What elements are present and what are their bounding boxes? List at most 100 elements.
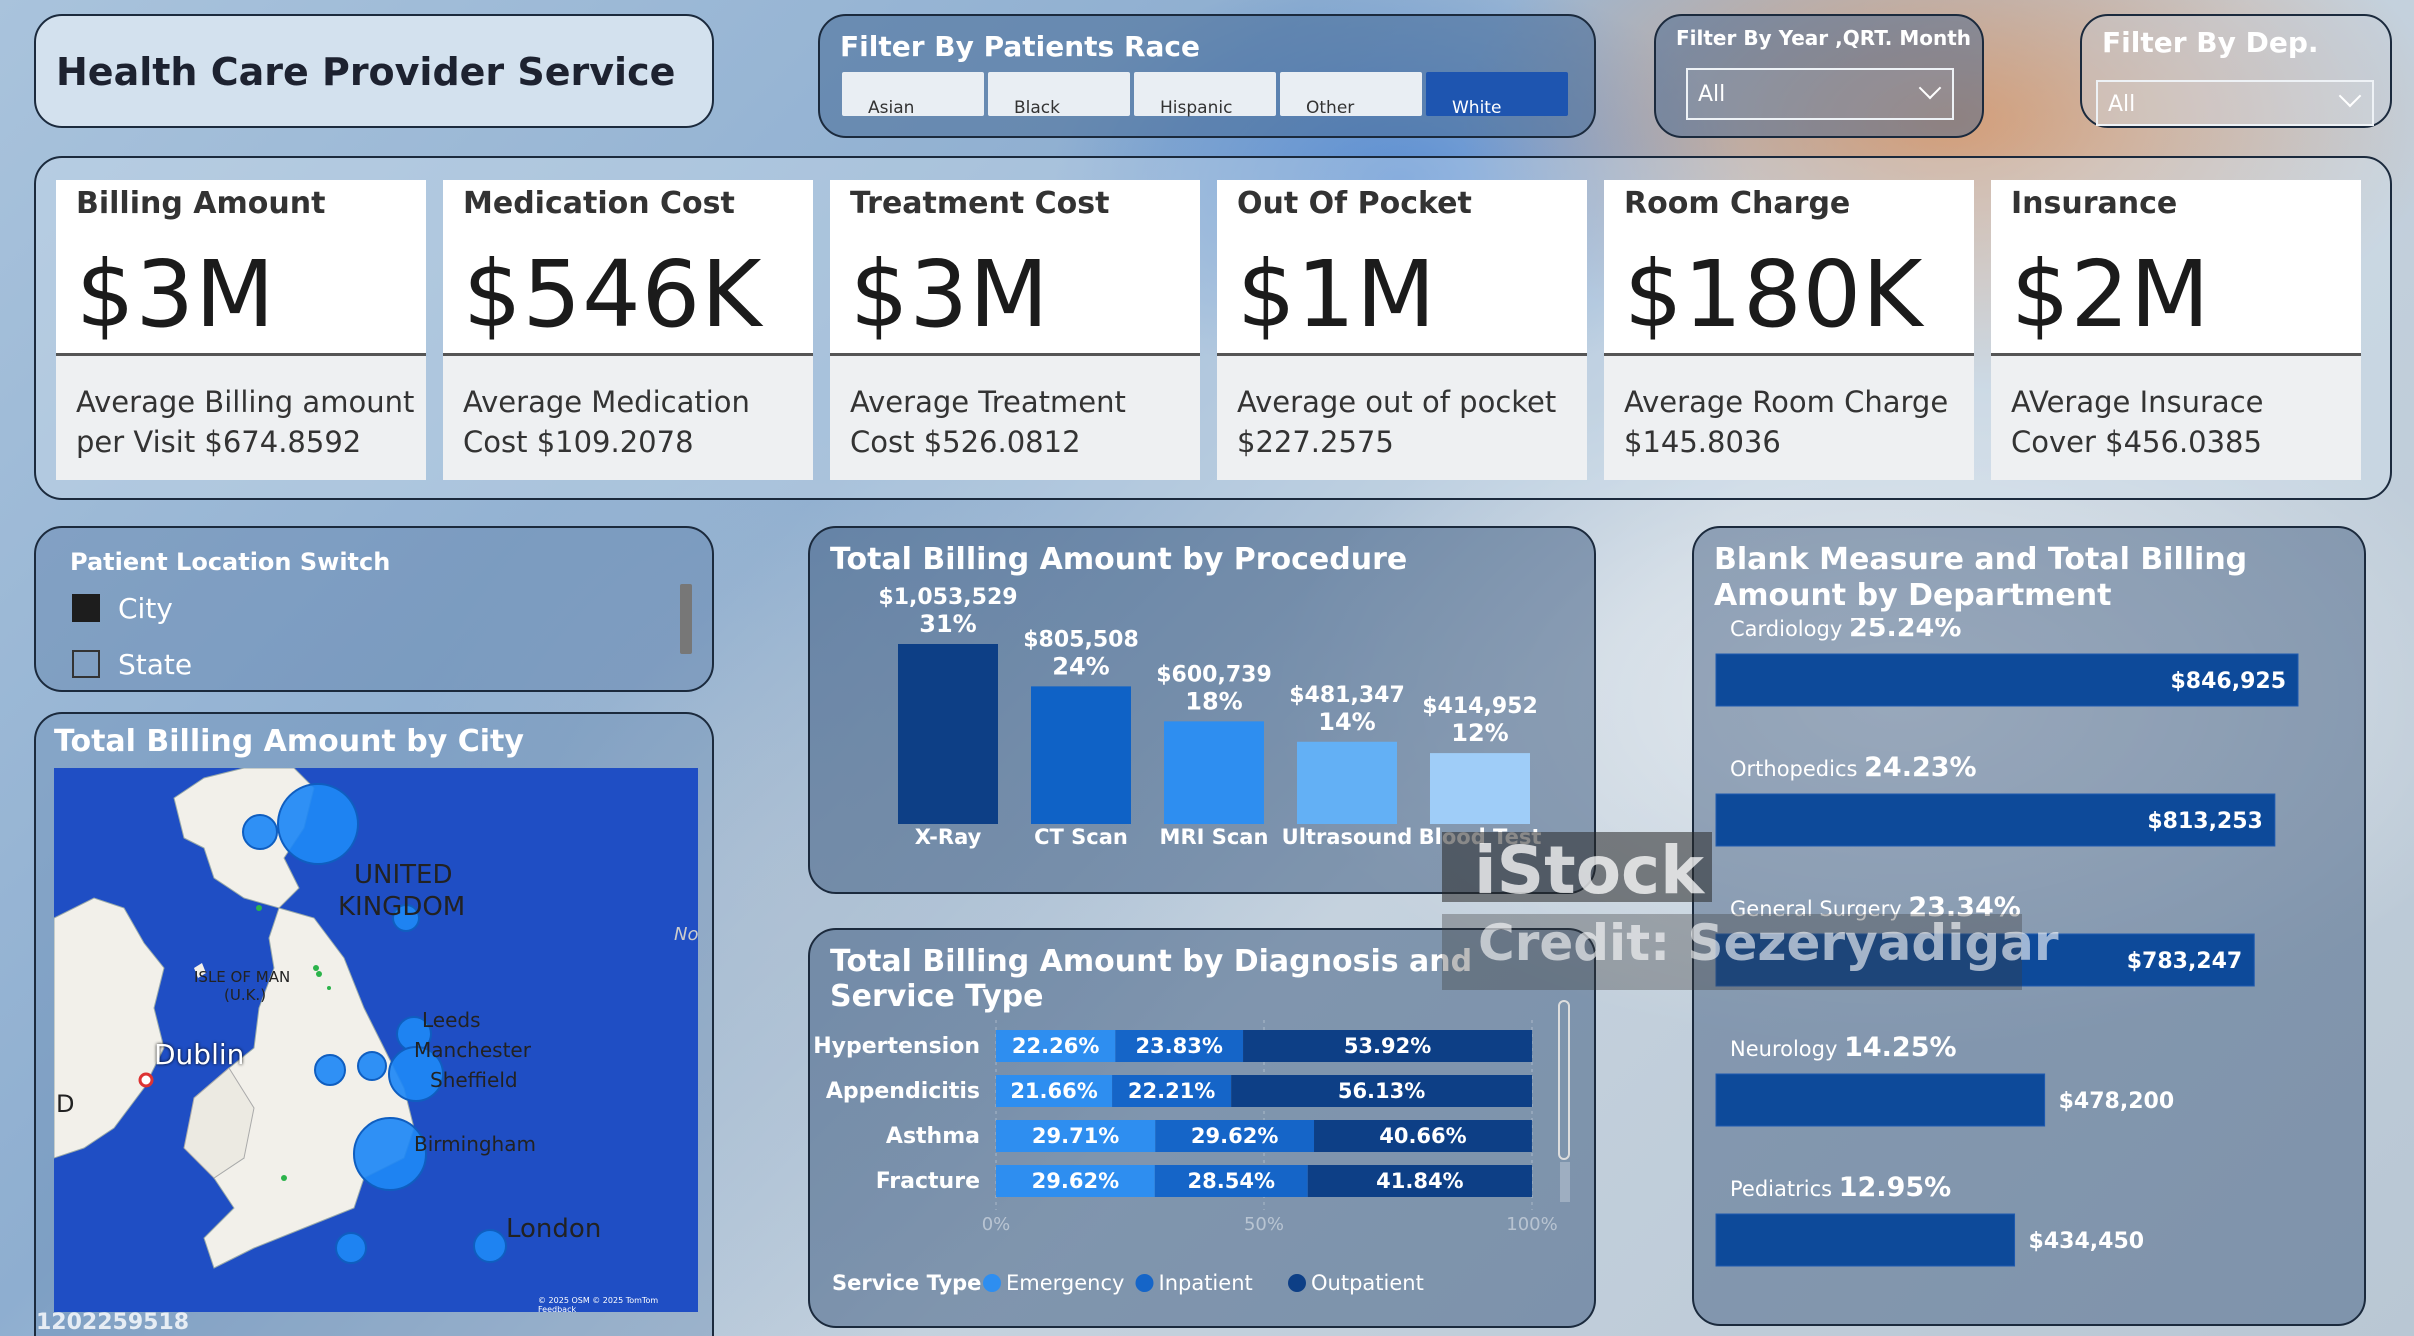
map-label-no: No xyxy=(674,924,698,945)
watermark-id: 1202259518 xyxy=(36,1310,190,1335)
kpi-average: Average out of pocket $227.2575 xyxy=(1217,356,1587,480)
diagnosis-segment-label: 40.66% xyxy=(1379,1124,1466,1148)
procedure-bar[interactable] xyxy=(898,644,998,824)
map-label-united: UNITED xyxy=(354,860,453,890)
procedure-value-label: $600,739 xyxy=(1156,662,1272,687)
diagnosis-segment-label: 22.26% xyxy=(1012,1034,1099,1058)
department-bar[interactable] xyxy=(1715,1213,2016,1267)
city-bubble[interactable] xyxy=(314,1054,346,1086)
department-value-label: $478,200 xyxy=(2059,1089,2175,1114)
map-label-uk: (U.K.) xyxy=(224,986,267,1004)
kpi-card-billing[interactable]: Billing Amount $3M Average Billing amount… xyxy=(56,180,426,480)
watermark-brand: iStock xyxy=(1474,832,1705,909)
legend-item-label[interactable]: Emergency xyxy=(1006,1271,1124,1295)
race-option-other[interactable]: Other xyxy=(1280,72,1422,118)
kpi-card-treatment[interactable]: Treatment Cost $3M Average Treatment Cost… xyxy=(830,180,1200,480)
kpi-value: $180K xyxy=(1624,241,1924,348)
diagnosis-category-label: Appendicitis xyxy=(826,1079,980,1104)
scrollbar[interactable] xyxy=(680,584,692,654)
map-label-dublin: Dublin xyxy=(154,1038,245,1071)
kpi-title: Billing Amount xyxy=(76,186,326,221)
procedure-category-label: CT Scan xyxy=(1034,825,1128,849)
checkbox-checked-icon xyxy=(72,594,100,622)
kpi-container: Billing Amount $3M Average Billing amount… xyxy=(34,156,2392,500)
kpi-average: Average Treatment Cost $526.0812 xyxy=(830,356,1200,480)
chevron-down-icon xyxy=(1918,76,1942,100)
kpi-value: $2M xyxy=(2011,241,2211,348)
diagnosis-segment-label: 23.83% xyxy=(1135,1034,1222,1058)
procedure-category-label: X-Ray xyxy=(915,825,982,849)
legend-item-label[interactable]: Inpatient xyxy=(1159,1271,1253,1295)
title-card: Health Care Provider Service xyxy=(34,14,714,128)
procedure-bar[interactable] xyxy=(1297,741,1397,824)
map-credit: © 2025 OSM © 2025 TomTom Feedback xyxy=(538,1296,659,1312)
department-chart-title: Blank Measure and Total Billing Amount b… xyxy=(1714,542,2248,613)
procedure-bar[interactable] xyxy=(1164,721,1264,824)
kpi-average: Average Room Charge $145.8036 xyxy=(1604,356,1974,480)
map-label-london: London xyxy=(506,1214,602,1244)
kpi-card-medication[interactable]: Medication Cost $546K Average Medication … xyxy=(443,180,813,480)
kpi-card-out-of-pocket[interactable]: Out Of Pocket $1M Average out of pocket $… xyxy=(1217,180,1587,480)
scrollbar[interactable] xyxy=(1558,1000,1570,1160)
legend-title: Service Type xyxy=(832,1271,981,1295)
location-switch-slicer: Patient Location Switch City State xyxy=(34,526,714,692)
map-canvas[interactable]: UNITED KINGDOM ISLE OF MAN (U.K.) Dublin… xyxy=(54,768,698,1312)
city-bubble[interactable] xyxy=(277,783,359,865)
kpi-value: $546K xyxy=(463,241,763,348)
diagnosis-segment-label: 29.62% xyxy=(1191,1124,1278,1148)
city-bubble[interactable] xyxy=(473,1229,507,1263)
kpi-card-room-charge[interactable]: Room Charge $180K Average Room Charge $14… xyxy=(1604,180,1974,480)
procedure-value-label: $414,952 xyxy=(1422,694,1538,719)
kpi-card-insurance[interactable]: Insurance $2M AVerage Insurace Cover $456… xyxy=(1991,180,2361,480)
year-filter-dropdown[interactable]: All xyxy=(1686,68,1954,120)
department-percent-label: 25.24% xyxy=(1849,618,1961,643)
procedure-percent-label: 31% xyxy=(919,610,976,638)
city-bubble[interactable] xyxy=(335,1232,367,1264)
procedure-category-label: MRI Scan xyxy=(1160,825,1269,849)
kpi-title: Medication Cost xyxy=(463,186,735,221)
department-label: Orthopedics 24.23% xyxy=(1730,752,1977,783)
department-bar[interactable] xyxy=(1715,1073,2046,1127)
location-option-state[interactable]: State xyxy=(72,648,192,681)
department-value-label: $813,253 xyxy=(2147,809,2263,834)
department-percent-label: 24.23% xyxy=(1864,752,1976,783)
department-percent-label: 12.95% xyxy=(1839,1172,1951,1203)
department-percent-label: 14.25% xyxy=(1844,1032,1956,1063)
diagnosis-segment-label: 28.54% xyxy=(1188,1169,1275,1193)
diagnosis-segment-label: 41.84% xyxy=(1376,1169,1463,1193)
procedure-bar[interactable] xyxy=(1031,686,1131,824)
department-value-label: $846,925 xyxy=(2170,669,2286,694)
procedure-percent-label: 12% xyxy=(1451,719,1508,747)
scrollbar-track xyxy=(1560,1162,1570,1202)
department-filter-dropdown[interactable]: All xyxy=(2096,80,2374,126)
diagnosis-segment-label: 21.66% xyxy=(1010,1079,1097,1103)
race-option-black[interactable]: Black xyxy=(988,72,1130,118)
ireland-land xyxy=(54,897,165,1159)
watermark-credit: Credit: Sezeryadigar xyxy=(1478,914,2059,972)
diagnosis-segment-label: 29.62% xyxy=(1032,1169,1119,1193)
legend-marker xyxy=(1288,1274,1306,1292)
kpi-title: Room Charge xyxy=(1624,186,1851,221)
race-option-white[interactable]: White xyxy=(1426,72,1568,118)
chevron-down-icon xyxy=(2338,84,2362,108)
procedure-value-label: $481,347 xyxy=(1289,683,1405,708)
checkbox-unchecked-icon xyxy=(72,650,100,678)
city-bubble[interactable] xyxy=(242,814,278,850)
procedure-category-label: Ultrasound xyxy=(1282,825,1413,849)
department-label: Cardiology 25.24% xyxy=(1730,618,1961,643)
city-bubble[interactable] xyxy=(357,1051,387,1081)
kpi-value: $3M xyxy=(850,241,1050,348)
location-option-city[interactable]: City xyxy=(72,592,173,625)
race-option-hispanic[interactable]: Hispanic xyxy=(1134,72,1276,118)
procedure-percent-label: 24% xyxy=(1052,652,1109,680)
x-tick-label: 0% xyxy=(982,1214,1011,1235)
kpi-title: Out Of Pocket xyxy=(1237,186,1472,221)
procedure-value-label: $1,053,529 xyxy=(878,585,1017,610)
diagnosis-segment-label: 56.13% xyxy=(1338,1079,1425,1103)
year-filter-value: All xyxy=(1698,82,1726,107)
legend-item-label[interactable]: Outpatient xyxy=(1311,1271,1424,1295)
race-option-asian[interactable]: Asian xyxy=(842,72,984,118)
map-label-sheffield: Sheffield xyxy=(430,1068,518,1092)
procedure-bar[interactable] xyxy=(1430,753,1530,824)
diagnosis-category-label: Asthma xyxy=(886,1124,980,1149)
